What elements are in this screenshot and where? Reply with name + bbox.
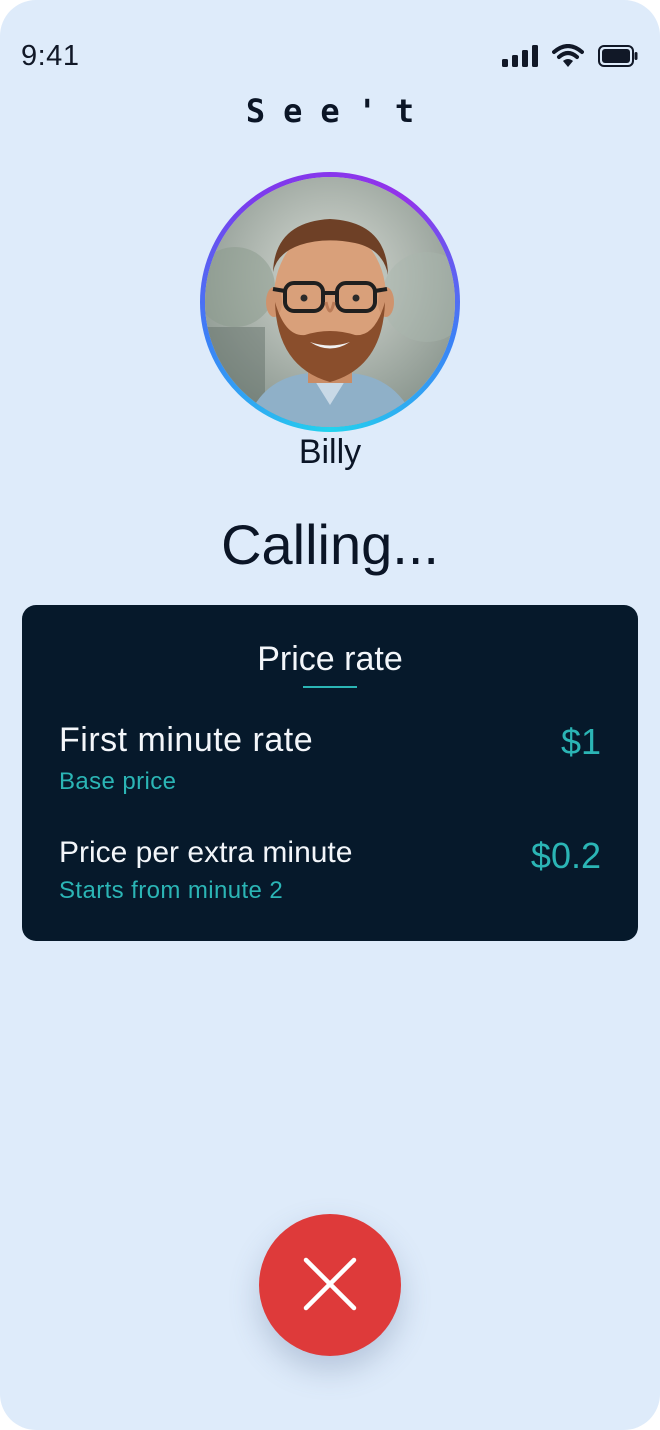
calling-screen: 9:41 See't Billy Calling... Price rate F… [0,0,660,1430]
wifi-icon [552,44,584,73]
call-status: Calling... [221,513,439,576]
avatar [205,177,455,427]
app-logo: See't [245,92,433,130]
price-rate-card: Price rate First minute rate Base price … [22,605,638,941]
extra-minute-rate-value: $0.2 [530,835,601,876]
extra-minute-rate-label: Price per extra minute [59,836,353,869]
price-rate-title: Price rate [257,640,403,678]
close-icon [302,1256,358,1315]
avatar-photo [205,177,455,427]
cellular-signal-icon [502,45,538,72]
first-minute-rate-value: $1 [560,721,601,762]
caller-name: Billy [298,433,362,471]
status-icons [502,44,638,73]
title-underline [303,686,357,688]
first-minute-rate-label: First minute rate [59,721,314,759]
battery-icon [598,45,638,72]
extra-minute-rate-sub: Starts from minute 2 [59,877,284,904]
end-call-button[interactable] [259,1214,401,1356]
first-minute-rate-sub: Base price [59,768,177,795]
status-time: 9:41 [21,40,80,72]
avatar-ring [200,172,460,432]
